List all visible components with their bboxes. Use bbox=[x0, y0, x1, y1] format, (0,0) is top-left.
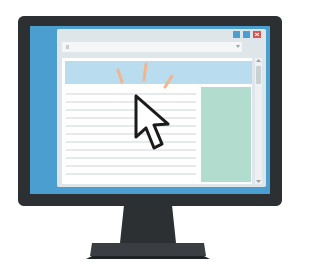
address-bar[interactable] bbox=[62, 42, 242, 52]
scrollbar-thumb[interactable] bbox=[256, 66, 261, 84]
monitor-stand bbox=[86, 205, 210, 259]
click-ray bbox=[142, 62, 148, 82]
page-icon bbox=[66, 45, 69, 49]
stand-neck bbox=[120, 205, 176, 243]
maximize-button[interactable] bbox=[243, 31, 250, 38]
monitor-illustration bbox=[18, 16, 282, 259]
header-banner bbox=[65, 61, 252, 84]
browser-window bbox=[57, 29, 266, 187]
sidebar-panel bbox=[201, 87, 251, 182]
minimize-button[interactable] bbox=[233, 31, 240, 38]
stand-base-shadow bbox=[86, 256, 210, 259]
stand-base bbox=[90, 243, 206, 256]
